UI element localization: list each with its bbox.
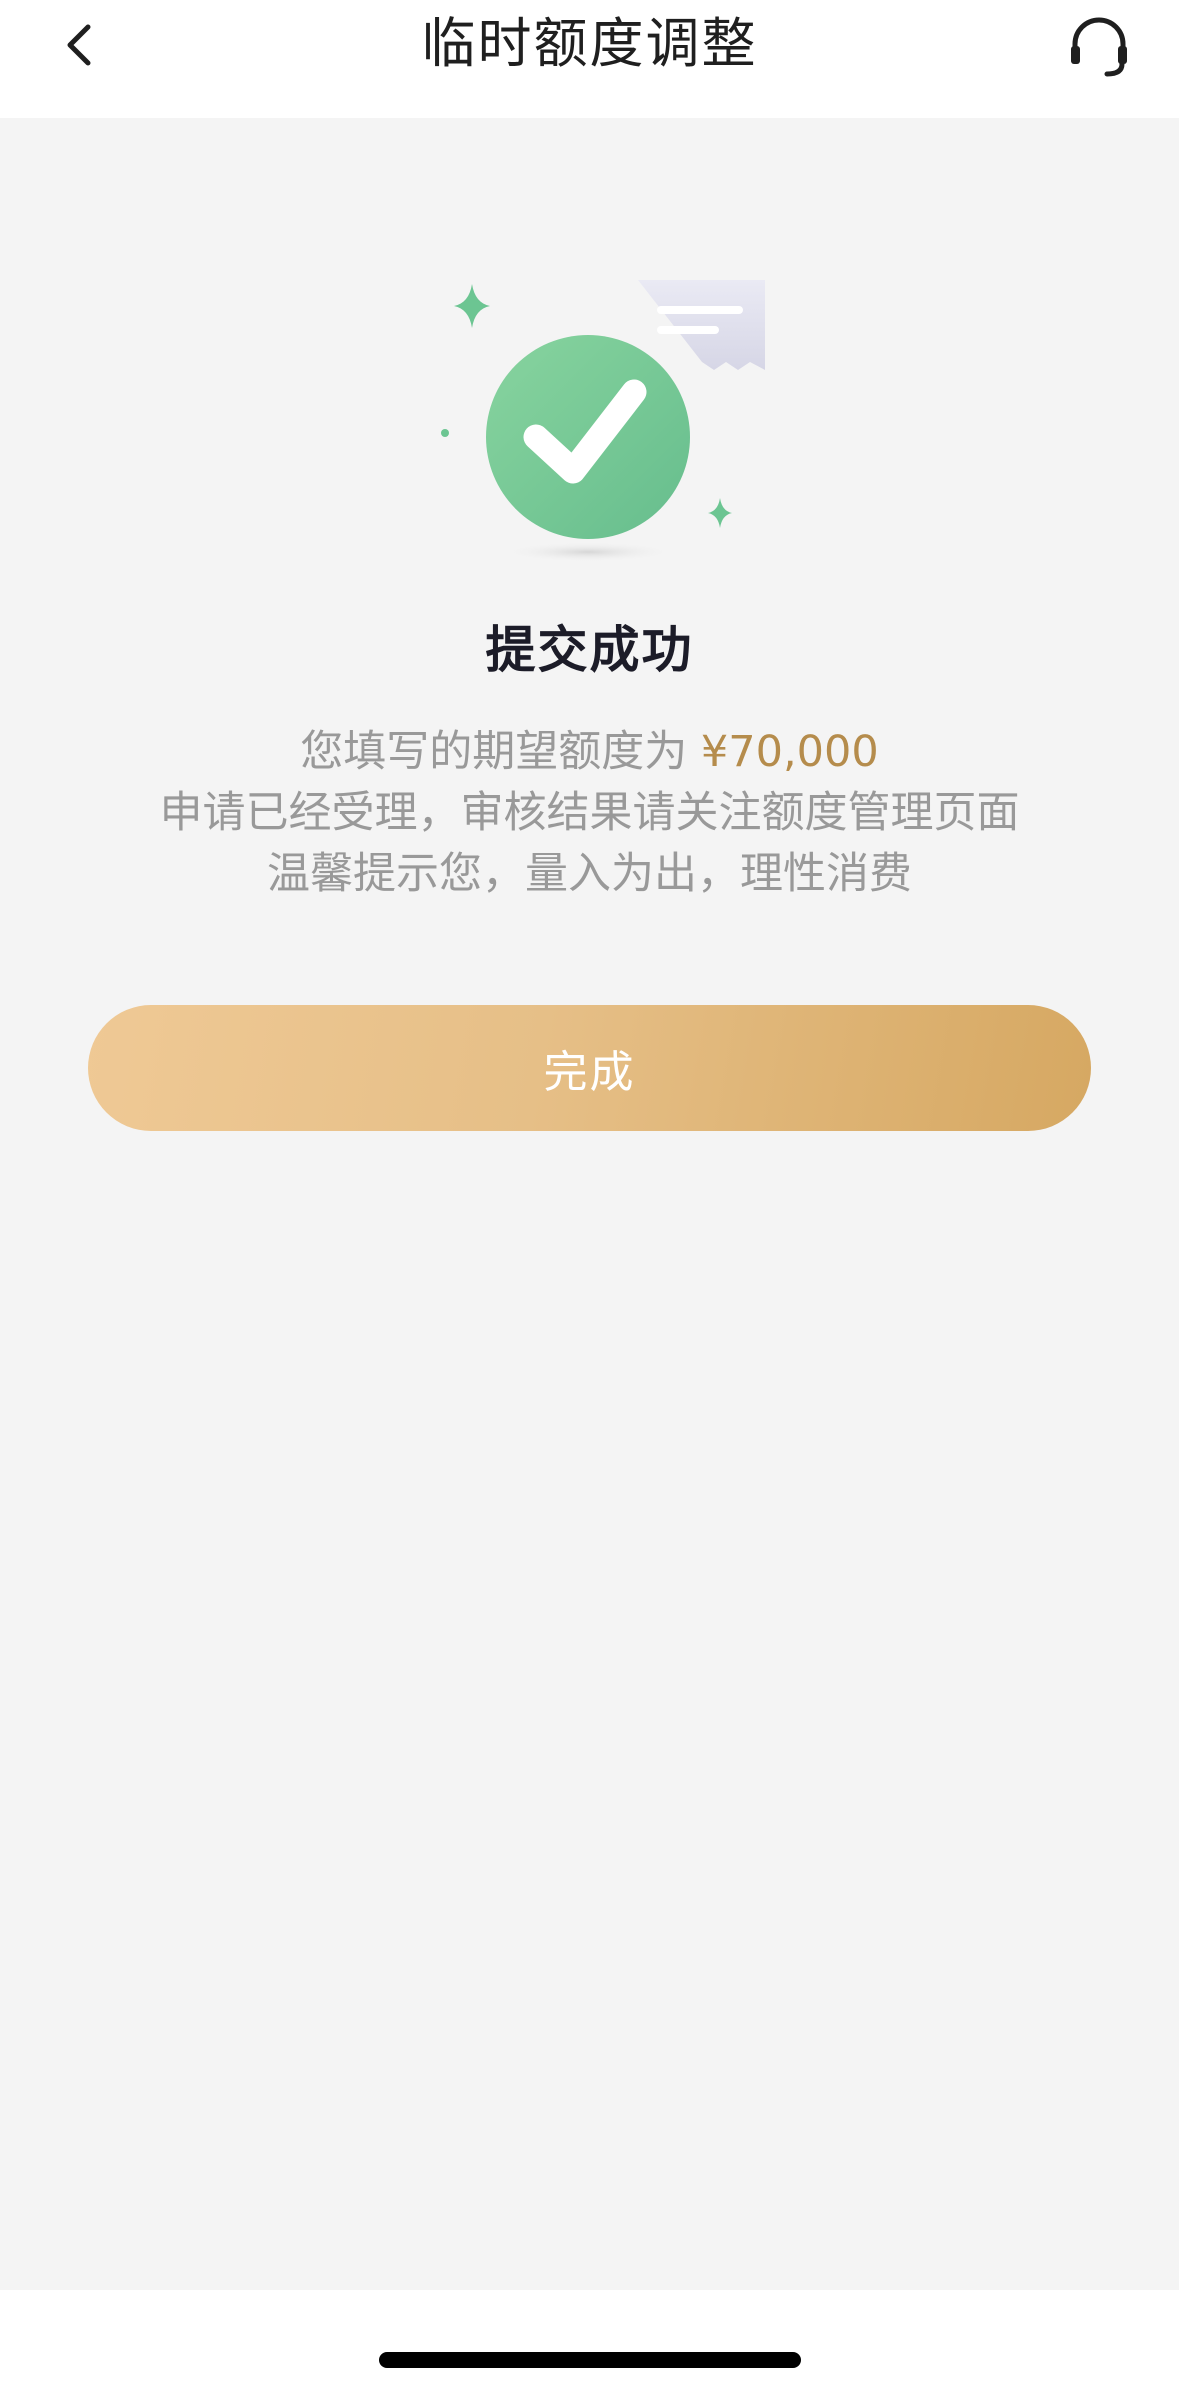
done-button[interactable]: 完成 — [88, 1005, 1091, 1131]
result-message: 您填写的期望额度为 ¥70,000 申请已经受理，审核结果请关注额度管理页面 温… — [0, 722, 1179, 905]
nav-bar: 临时额度调整 — [0, 0, 1179, 118]
expected-limit-line: 您填写的期望额度为 ¥70,000 — [0, 722, 1179, 783]
review-notice-line: 申请已经受理，审核结果请关注额度管理页面 — [159, 788, 1020, 838]
result-title: 提交成功 — [485, 621, 694, 679]
reminder-line: 温馨提示您，量入为出，理性消费 — [267, 849, 912, 899]
headset-icon — [1071, 17, 1127, 77]
customer-service-button[interactable] — [1059, 8, 1139, 84]
document-icon — [638, 280, 765, 370]
sparkle-icon — [454, 284, 490, 328]
expected-limit-label: 您填写的期望额度为 — [300, 727, 701, 777]
home-indicator — [379, 2352, 801, 2368]
success-illustration — [420, 270, 780, 570]
page-title: 临时额度调整 — [421, 12, 758, 75]
bottom-safe-area — [0, 2290, 1179, 2393]
expected-limit-amount: ¥70,000 — [700, 727, 879, 777]
sparkle-icon — [708, 498, 732, 528]
